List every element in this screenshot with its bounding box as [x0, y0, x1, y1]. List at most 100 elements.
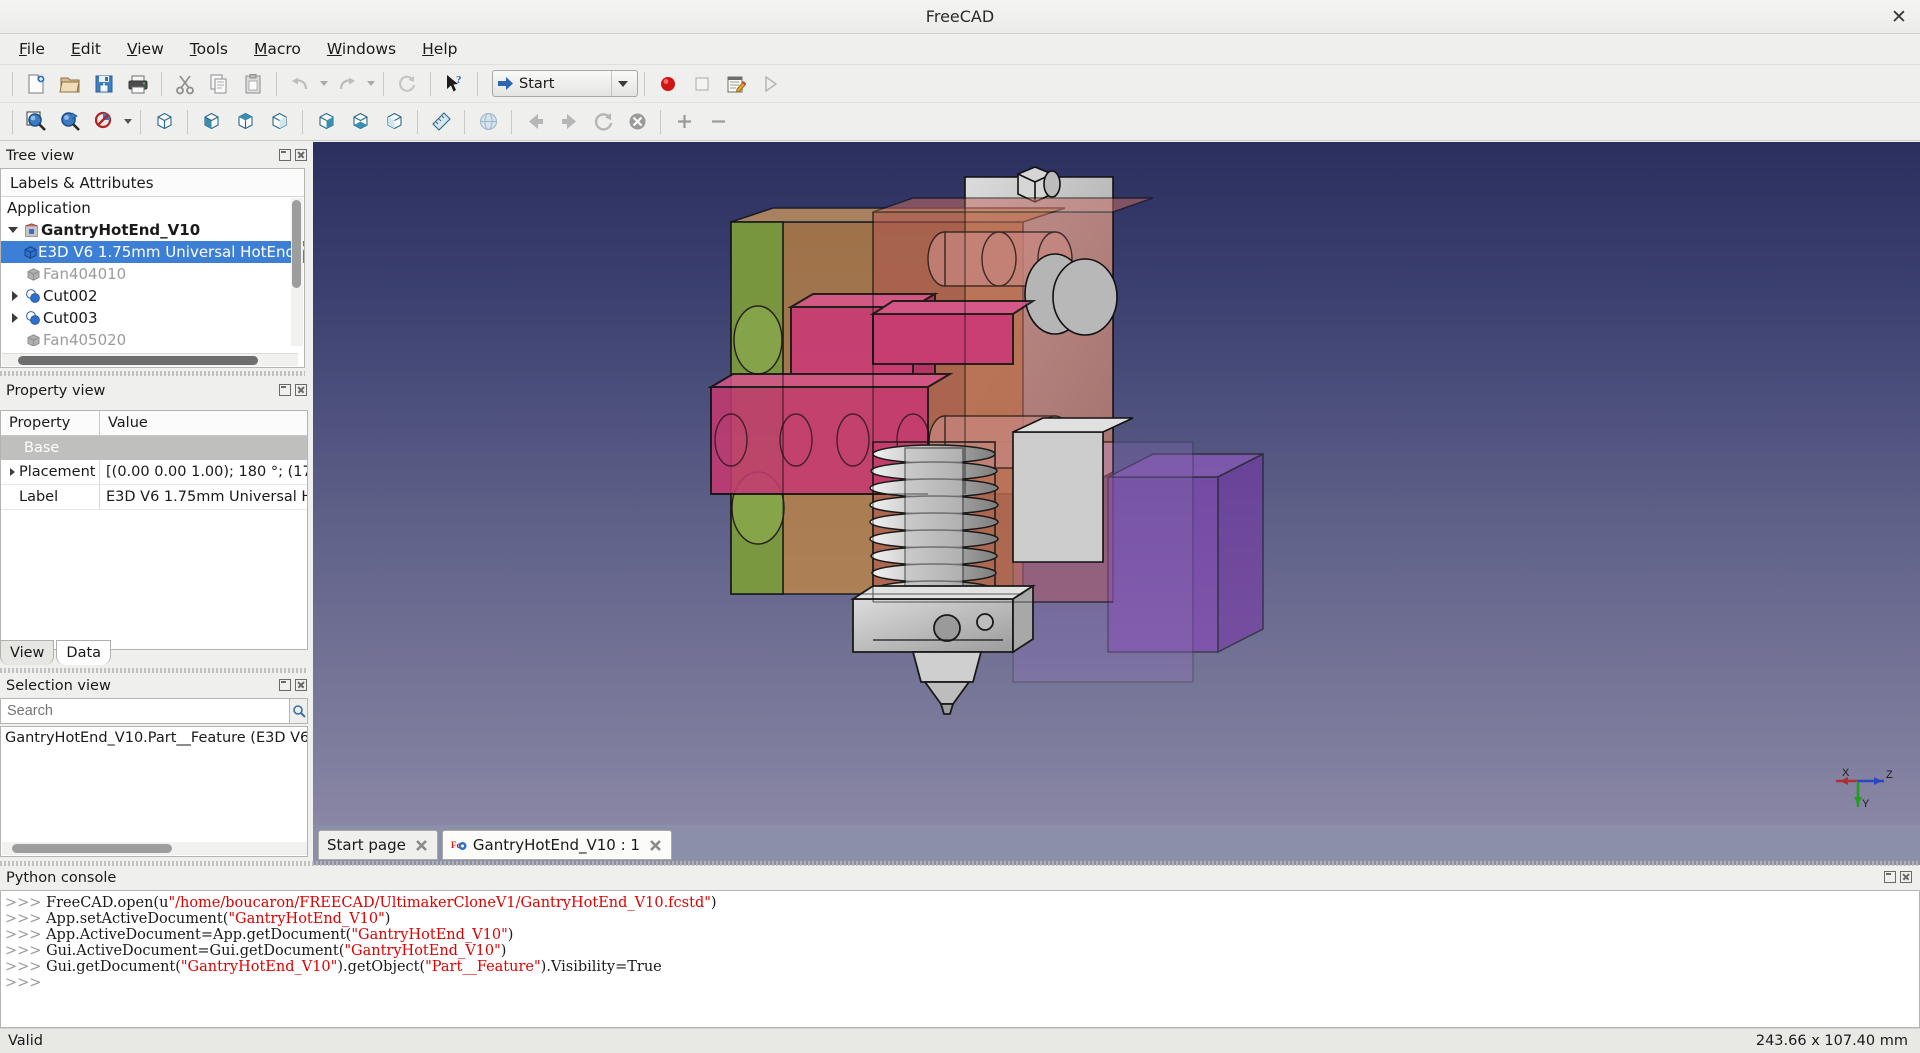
right-view-button[interactable]	[264, 107, 294, 137]
selection-view-title-label: Selection view	[6, 678, 111, 694]
list-item[interactable]: GantryHotEnd_V10.Part__Feature (E3D V6 1…	[1, 727, 307, 749]
undo-dropdown-arrow[interactable]	[317, 69, 330, 99]
3d-viewport[interactable]: X Y Z	[313, 142, 1920, 825]
zoom-out-button[interactable]	[703, 107, 733, 137]
close-icon[interactable]	[648, 838, 663, 853]
selection-view-float-icon[interactable]	[279, 679, 291, 691]
refresh-page-button[interactable]	[588, 107, 618, 137]
svg-text:?: ?	[456, 74, 462, 86]
tab-data[interactable]: Data	[56, 640, 112, 665]
scrollbar-thumb[interactable]	[18, 356, 258, 365]
close-icon[interactable]	[414, 838, 429, 853]
part-feature-gray-icon	[23, 329, 43, 346]
menu-edit[interactable]: Edit	[58, 36, 114, 62]
undo-button[interactable]	[285, 69, 315, 99]
console-string: "/home/boucaron/FREECAD/UltimakerCloneV1…	[168, 895, 711, 911]
tree-item-application[interactable]: Application	[1, 197, 304, 219]
property-view-float-icon[interactable]	[279, 384, 291, 396]
tab-view[interactable]: View	[0, 640, 55, 665]
menu-macro[interactable]: Macro	[241, 36, 314, 62]
mdi-tab-start-page[interactable]: Start page	[318, 830, 438, 860]
tree-view-column-header[interactable]: Labels & Attributes	[1, 169, 304, 197]
workbench-selector[interactable]: Start	[492, 70, 638, 97]
front-view-button[interactable]	[196, 107, 226, 137]
new-document-button[interactable]	[21, 69, 51, 99]
axonometric-view-button[interactable]	[149, 107, 179, 137]
tree-item-gantryhotend-v10[interactable]: GantryHotEnd_V10	[1, 219, 304, 241]
whats-this-button[interactable]: ?	[439, 69, 469, 99]
previous-page-button[interactable]	[520, 107, 550, 137]
property-column-header[interactable]: Property	[1, 411, 100, 435]
tree-item-cut003[interactable]: Cut003	[1, 307, 304, 329]
console-code: )	[507, 927, 514, 943]
fit-selection-button[interactable]	[55, 107, 85, 137]
paste-button[interactable]	[238, 69, 268, 99]
tree-view-horizontal-scrollbar[interactable]	[2, 353, 298, 366]
property-view-close-icon[interactable]	[295, 384, 307, 396]
property-group-base[interactable]: Base	[1, 436, 307, 460]
rear-view-button[interactable]	[311, 107, 341, 137]
python-console-close-icon[interactable]	[1900, 871, 1912, 883]
chevron-right-icon[interactable]	[5, 468, 19, 476]
redo-button[interactable]	[332, 69, 362, 99]
tree-view-close-icon[interactable]	[295, 149, 307, 161]
tree-item-cut002[interactable]: Cut002	[1, 285, 304, 307]
python-console-float-icon[interactable]	[1884, 871, 1896, 883]
menu-help[interactable]: Help	[409, 36, 470, 62]
redo-dropdown-arrow[interactable]	[364, 69, 377, 99]
chevron-right-icon[interactable]	[7, 285, 23, 307]
copy-button[interactable]	[204, 69, 234, 99]
property-value-cell[interactable]: [(0.00 0.00 1.00); 180 °; (17 ...	[100, 460, 307, 484]
menu-view[interactable]: View	[114, 36, 177, 62]
draw-style-button[interactable]	[89, 107, 119, 137]
menu-windows[interactable]: Windows	[314, 36, 409, 62]
scrollbar-thumb[interactable]	[292, 200, 301, 288]
chevron-down-icon[interactable]	[5, 219, 21, 241]
top-view-button[interactable]	[230, 107, 260, 137]
window-close-icon[interactable]: ✕	[1888, 6, 1910, 28]
menu-tools[interactable]: Tools	[177, 36, 241, 62]
next-page-button[interactable]	[554, 107, 584, 137]
macro-edit-button[interactable]	[721, 69, 751, 99]
workbench-caret-icon[interactable]	[611, 71, 633, 96]
tree-view-vertical-scrollbar[interactable]	[291, 198, 303, 346]
property-row-placement[interactable]: Placement [(0.00 0.00 1.00); 180 °; (17 …	[1, 460, 307, 485]
property-selection-splitter[interactable]	[0, 668, 308, 673]
tree-item-fan404010[interactable]: Fan404010	[1, 263, 304, 285]
property-view-panel: Property Value Base Placement [(0.00 0.0…	[0, 410, 308, 650]
mdi-tab-gantryhotend[interactable]: Fc GantryHotEnd_V10 : 1	[441, 830, 672, 860]
menu-file[interactable]: File	[6, 36, 58, 62]
measure-button[interactable]	[426, 107, 456, 137]
stop-loading-button[interactable]	[622, 107, 652, 137]
chevron-right-icon[interactable]	[7, 307, 23, 329]
value-column-header[interactable]: Value	[100, 411, 307, 435]
zoom-in-button[interactable]	[669, 107, 699, 137]
scrollbar-thumb[interactable]	[12, 844, 172, 853]
bottom-view-button[interactable]	[345, 107, 375, 137]
file-toolbar: ? Start	[0, 65, 1920, 103]
macro-execute-button[interactable]	[755, 69, 785, 99]
print-document-button[interactable]	[123, 69, 153, 99]
search-icon[interactable]	[290, 698, 308, 724]
tree-item-fan405020[interactable]: Fan405020	[1, 329, 304, 346]
tree-item-e3d-v6-hotend[interactable]: E3D V6 1.75mm Universal HotEnd M	[1, 241, 304, 263]
open-document-button[interactable]	[55, 69, 85, 99]
selection-horizontal-scrollbar[interactable]	[2, 842, 307, 855]
macro-stop-button[interactable]	[687, 69, 717, 99]
fit-all-button[interactable]	[21, 107, 51, 137]
draw-style-dropdown-arrow[interactable]	[121, 107, 134, 137]
tree-view-dock-buttons	[279, 149, 307, 161]
left-view-button[interactable]	[379, 107, 409, 137]
macro-record-button[interactable]	[653, 69, 683, 99]
web-browser-button[interactable]	[473, 107, 503, 137]
selection-view-close-icon[interactable]	[295, 679, 307, 691]
property-row-label[interactable]: Label E3D V6 1.75mm Universal H...	[1, 485, 307, 510]
property-value-cell[interactable]: E3D V6 1.75mm Universal H...	[100, 485, 307, 509]
python-console[interactable]: >>> FreeCAD.open(u"/home/boucaron/FREECA…	[0, 890, 1920, 1028]
save-document-button[interactable]	[89, 69, 119, 99]
refresh-button[interactable]	[392, 69, 422, 99]
cut-button[interactable]	[170, 69, 200, 99]
tree-view-float-icon[interactable]	[279, 149, 291, 161]
tree-property-splitter[interactable]	[0, 371, 305, 376]
search-input[interactable]	[0, 698, 290, 724]
